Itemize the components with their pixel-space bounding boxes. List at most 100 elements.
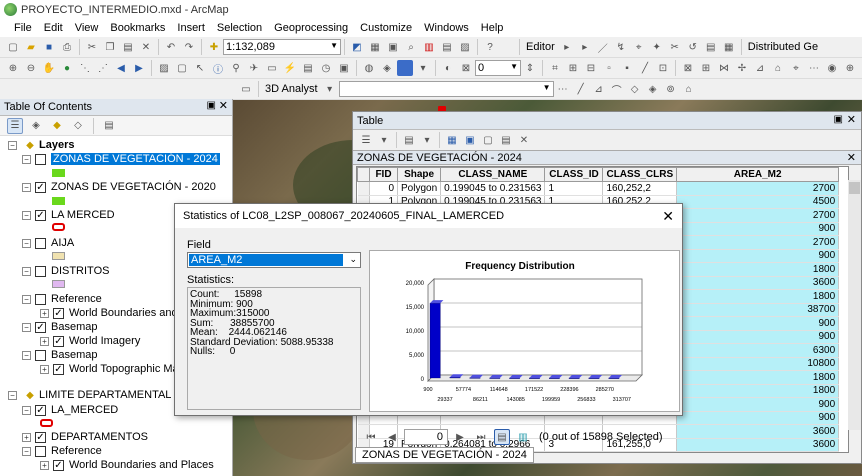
swipe-icon[interactable]: ⊠	[458, 60, 474, 76]
record-number-input[interactable]: 0	[404, 429, 448, 445]
collapse-icon[interactable]: −	[22, 266, 31, 276]
table-cell[interactable]: 3600	[676, 276, 840, 290]
collapse-icon[interactable]: −	[22, 350, 31, 360]
menu-file[interactable]: File	[8, 22, 38, 34]
vertex-icon[interactable]: ⌖	[631, 39, 647, 55]
visibility-checkbox[interactable]: ✓	[53, 459, 64, 471]
toc-item-basemap-2[interactable]: − Basemap	[22, 348, 97, 362]
3d-analyst-menu[interactable]: 3D Analyst	[262, 83, 321, 95]
identify-icon[interactable]: ⓘ	[210, 60, 226, 76]
3d-tool-c-icon[interactable]: ⊿	[591, 81, 607, 97]
table-cell[interactable]: 1800	[676, 370, 840, 385]
switch-selection-icon[interactable]: ▣	[462, 132, 478, 148]
toc-item-basemap[interactable]: − ✓ Basemap	[22, 320, 97, 334]
save-icon[interactable]: ■	[41, 39, 57, 55]
3d-tool-d-icon[interactable]: ⌒	[609, 81, 625, 97]
expand-icon[interactable]: +	[40, 336, 49, 346]
toc-item-aija[interactable]: − AIJA	[22, 236, 74, 250]
find-icon[interactable]: ⚲	[228, 60, 244, 76]
layer-swatch-icon[interactable]	[397, 60, 413, 76]
table-cell[interactable]: 1800	[676, 384, 840, 398]
open-icon[interactable]: ▰	[23, 39, 39, 55]
globe-icon[interactable]: ◉	[824, 60, 840, 76]
topology-icon[interactable]: ⊡	[655, 60, 671, 76]
toc-item-la-merced-2[interactable]: − ✓ LA_MERCED	[22, 403, 118, 417]
collapse-icon[interactable]: −	[22, 405, 31, 415]
table-tab[interactable]: ZONAS DE VEGETACIÓN - 2024	[355, 447, 534, 463]
add-data-icon[interactable]: ✚	[206, 39, 222, 55]
trace-icon[interactable]: ↯	[613, 39, 629, 55]
dropdown-icon[interactable]: ▾	[322, 81, 338, 97]
rotate-icon[interactable]: ↺	[685, 39, 701, 55]
delete-selected-icon[interactable]: ✕	[516, 132, 532, 148]
go-to-xy-icon[interactable]: ✈	[246, 60, 262, 76]
table-cell[interactable]: 10800	[676, 357, 840, 371]
search-window-icon[interactable]: ⌕	[403, 39, 419, 55]
3d-tool-f-icon[interactable]: ◈	[645, 81, 661, 97]
catalog-icon[interactable]: ▣	[385, 39, 401, 55]
toc-item-world-boundaries[interactable]: + ✓ World Boundaries and Pl	[40, 306, 190, 320]
toc-layers-group[interactable]: − ◆ Layers	[8, 138, 74, 152]
visibility-checkbox[interactable]	[35, 293, 46, 305]
undo-icon[interactable]: ↶	[163, 39, 179, 55]
edit-tool-icon[interactable]: ▸	[559, 39, 575, 55]
3d-tool-b-icon[interactable]: ╱	[573, 81, 589, 97]
zoom-to-selected-icon[interactable]: ▤	[498, 132, 514, 148]
close-icon[interactable]: ✕	[847, 113, 856, 126]
visibility-checkbox[interactable]	[35, 237, 46, 249]
visibility-checkbox[interactable]: ✓	[53, 363, 64, 375]
tool-e-icon[interactable]: ⊿	[752, 60, 768, 76]
clear-selection-icon[interactable]: ▢	[480, 132, 496, 148]
collapse-icon[interactable]: −	[22, 210, 31, 220]
close-icon[interactable]: ✕	[219, 99, 228, 112]
sketch-properties-icon[interactable]: ▦	[721, 39, 737, 55]
visibility-checkbox[interactable]: ✓	[35, 181, 46, 193]
toc-item-world-boundaries-places[interactable]: + ✓ World Boundaries and Places	[40, 458, 214, 472]
list-by-selection-icon[interactable]: ◇	[70, 118, 86, 134]
expand-icon[interactable]: +	[40, 308, 49, 318]
zoom-out-icon[interactable]: ⊖	[23, 60, 39, 76]
delete-icon[interactable]: ✕	[138, 39, 154, 55]
expand-icon[interactable]: +	[40, 460, 49, 470]
tool-c-icon[interactable]: ⋈	[716, 60, 732, 76]
collapse-icon[interactable]: −	[22, 322, 31, 332]
expand-icon[interactable]: +	[22, 432, 31, 442]
straight-segment-icon[interactable]: ／	[595, 39, 611, 55]
scale-combo[interactable]: 1:132,089 ▼	[223, 39, 341, 55]
tool-a-icon[interactable]: ⊠	[680, 60, 696, 76]
table-cell[interactable]: 900	[676, 316, 840, 331]
list-by-visibility-icon[interactable]: ◆	[49, 118, 65, 134]
toc-item-zonas-2020[interactable]: − ✓ ZONAS DE VEGETACIÓN - 2020	[22, 180, 216, 194]
select-by-attributes-icon[interactable]: ▦	[444, 132, 460, 148]
list-by-drawing-order-icon[interactable]: ☰	[7, 117, 23, 134]
snapping-icon[interactable]: ⌗	[547, 60, 563, 76]
full-extent-icon[interactable]: ●	[59, 60, 75, 76]
toc-icon[interactable]: ▦	[367, 39, 383, 55]
visibility-checkbox[interactable]	[35, 349, 46, 361]
print-icon[interactable]: ⎙	[59, 39, 75, 55]
vertical-scrollbar[interactable]	[848, 180, 861, 430]
snap-end-icon[interactable]: ⊟	[583, 60, 599, 76]
3d-tool-a-icon[interactable]: ⋯	[555, 81, 571, 97]
collapse-icon[interactable]: −	[8, 140, 17, 150]
transparency-icon[interactable]: ◐	[440, 60, 456, 76]
table-cell[interactable]: 0	[369, 181, 398, 196]
zoom-in-icon[interactable]: ⊕	[5, 60, 21, 76]
reshape-icon[interactable]: ✦	[649, 39, 665, 55]
column-header[interactable]: FID	[369, 167, 398, 182]
edit-annotation-icon[interactable]: ▸	[577, 39, 593, 55]
show-selected-records-icon[interactable]: ▥	[515, 429, 531, 445]
time-slider-icon[interactable]: ◷	[318, 60, 334, 76]
visibility-checkbox[interactable]: ✓	[35, 404, 46, 416]
table-cell[interactable]: 4500	[676, 195, 840, 209]
html-popup-icon[interactable]: ▤	[300, 60, 316, 76]
visibility-checkbox[interactable]: ✓	[53, 307, 64, 319]
dropdown-icon[interactable]: ▾	[415, 60, 431, 76]
menu-edit[interactable]: Edit	[38, 22, 69, 34]
close-icon[interactable]: ✕	[662, 208, 674, 225]
first-record-icon[interactable]: ⏮	[363, 429, 379, 445]
options-icon[interactable]: ▤	[101, 118, 117, 134]
visibility-checkbox[interactable]	[35, 265, 46, 277]
toc-item-reference[interactable]: − Reference	[22, 292, 102, 306]
collapse-icon[interactable]: −	[22, 182, 31, 192]
